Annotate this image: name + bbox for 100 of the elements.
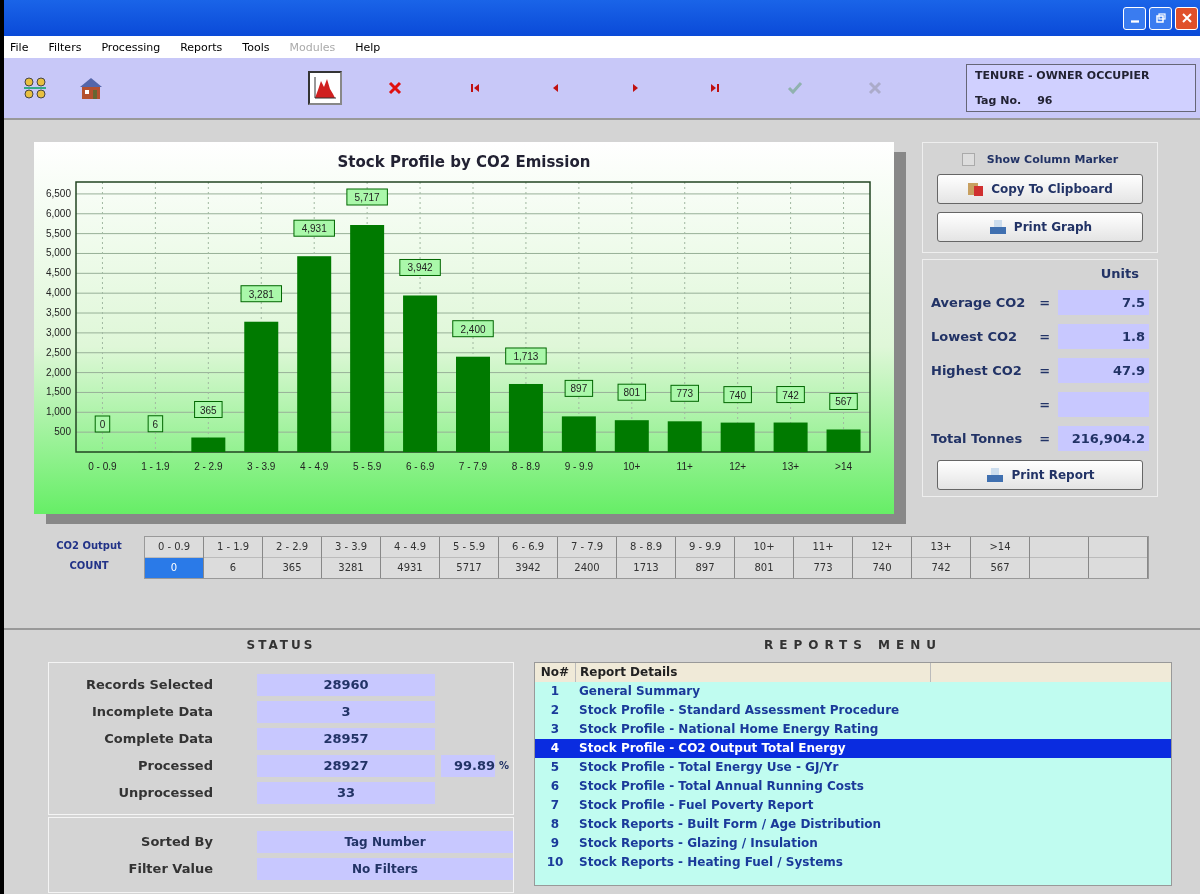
copy-button[interactable]: Copy To Clipboard xyxy=(937,174,1143,204)
status-label: Complete Data xyxy=(103,731,214,746)
menu-item[interactable]: Filters xyxy=(48,40,82,54)
clipboard-icon xyxy=(967,181,986,197)
range-cell: 10+ xyxy=(735,537,793,558)
chart-icon[interactable] xyxy=(308,71,342,105)
stat-value-field: 47.9 xyxy=(1058,358,1149,383)
count-cell[interactable]: 567 xyxy=(971,558,1029,578)
sort-value-field: No Filters xyxy=(257,857,513,880)
equals-sign: = xyxy=(1038,363,1052,378)
y-tick-label: 2,500 xyxy=(45,346,71,358)
report-row[interactable]: 4 Stock Profile - CO2 Output Total Energy xyxy=(535,739,1171,758)
sort-label: Filter Value xyxy=(127,861,214,876)
x-tick-label: 10+ xyxy=(623,461,641,472)
co2-output-label: CO2 Output xyxy=(55,539,123,553)
menu-item[interactable]: File xyxy=(10,40,29,54)
percent-sign: % xyxy=(499,760,510,771)
count-cell[interactable]: 740 xyxy=(853,558,911,578)
bar xyxy=(508,384,543,452)
y-tick-label: 2,000 xyxy=(45,366,71,378)
menu-item[interactable]: Tools xyxy=(242,40,270,54)
report-row[interactable]: 9 Stock Reports - Glazing / Insulation xyxy=(535,834,1171,853)
bar xyxy=(667,421,702,452)
minimize-button[interactable] xyxy=(1123,6,1146,30)
y-tick-label: 1,000 xyxy=(45,406,71,418)
range-cell: 13+ xyxy=(912,537,970,558)
value-label: 801 xyxy=(617,383,647,401)
report-row[interactable]: 5 Stock Profile - Total Energy Use - GJ/Yr xyxy=(535,758,1171,777)
bar xyxy=(561,416,596,452)
count-cell[interactable]: 897 xyxy=(676,558,734,578)
range-cell: 6 - 6.9 xyxy=(499,537,557,558)
tag-value: 96 xyxy=(1037,94,1053,107)
range-cell: 1 - 1.9 xyxy=(204,537,262,558)
stat-label: Lowest CO2 xyxy=(931,329,1019,344)
count-cell[interactable]: 2400 xyxy=(558,558,616,578)
status-value-field: 28960 xyxy=(257,673,435,696)
x-tick-label: 9 - 9.9 xyxy=(564,461,594,472)
report-row[interactable]: 7 Stock Profile - Fuel Poverty Report xyxy=(535,796,1171,815)
count-cell[interactable]: 0 xyxy=(145,558,203,578)
minimize-icon xyxy=(1130,19,1139,23)
y-tick-label: 500 xyxy=(54,426,71,438)
x-tick-label: 6 - 6.9 xyxy=(405,461,435,472)
stat-value-field: 216,904.2 xyxy=(1058,426,1149,451)
y-tick-label: 5,000 xyxy=(45,247,71,259)
count-cell[interactable]: 3281 xyxy=(322,558,380,578)
range-cell: 9 - 9.9 xyxy=(676,537,734,558)
tenure-label: TENURE - OWNER OCCUPIER xyxy=(975,69,1150,82)
range-cell: 11+ xyxy=(794,537,852,558)
units-heading: Units xyxy=(1099,266,1140,281)
value-label: 773 xyxy=(670,384,699,402)
value-label: 2,400 xyxy=(452,320,494,338)
x-tick-label: 2 - 2.9 xyxy=(194,461,223,472)
y-tick-label: 3,000 xyxy=(45,326,71,338)
y-tick-label: 6,500 xyxy=(45,187,71,199)
range-cell: 2 - 2.9 xyxy=(263,537,321,558)
print-graph-button[interactable]: Print Graph xyxy=(937,212,1143,242)
show-column-marker-checkbox[interactable]: Show Column Marker xyxy=(961,153,1119,166)
menu-item[interactable]: Processing xyxy=(101,40,161,54)
count-cell[interactable]: 742 xyxy=(912,558,970,578)
column-header: No# xyxy=(539,664,571,681)
menu-item[interactable]: Help xyxy=(355,40,381,54)
checkbox[interactable] xyxy=(961,153,975,166)
bar xyxy=(614,420,649,452)
range-cell: 3 - 3.9 xyxy=(322,537,380,558)
stat-label: Average CO2 xyxy=(931,295,1027,310)
count-cell[interactable]: 5717 xyxy=(440,558,498,578)
x-tick-label: 5 - 5.9 xyxy=(352,461,382,472)
y-tick-label: 1,500 xyxy=(45,386,71,398)
count-cell[interactable]: 4931 xyxy=(381,558,439,578)
report-row[interactable]: 8 Stock Reports - Built Form / Age Distribution xyxy=(535,815,1171,834)
stat-value-field: 7.5 xyxy=(1058,290,1149,315)
x-tick-label: 13+ xyxy=(782,461,800,472)
print-report-button[interactable]: Print Report xyxy=(937,460,1143,490)
equals-sign: = xyxy=(1038,431,1052,446)
status-label: Processed xyxy=(137,758,214,773)
restore-button[interactable] xyxy=(1149,6,1172,30)
report-row[interactable]: 1 General Summary xyxy=(535,682,1171,701)
count-cell[interactable]: 365 xyxy=(263,558,321,578)
report-row[interactable]: 6 Stock Profile - Total Annual Running Costs xyxy=(535,777,1171,796)
reports-heading: REPORTS MENU xyxy=(762,638,944,654)
count-cell[interactable]: 6 xyxy=(204,558,262,578)
range-cell: 8 - 8.9 xyxy=(617,537,675,558)
stat-label: Total Tonnes xyxy=(931,431,1024,446)
equals-sign: = xyxy=(1038,295,1052,310)
equals-sign: = xyxy=(1038,397,1052,412)
report-row[interactable]: 3 Stock Profile - National Home Energy Rating xyxy=(535,720,1171,739)
count-cell[interactable]: 801 xyxy=(735,558,793,578)
count-cell[interactable]: 3942 xyxy=(499,558,557,578)
report-row[interactable]: 2 Stock Profile - Standard Assessment Procedure xyxy=(535,701,1171,720)
x-tick-label: 12+ xyxy=(729,461,747,472)
report-row[interactable]: 10 Stock Reports - Heating Fuel / Systems xyxy=(535,853,1171,872)
close-icon xyxy=(1181,13,1192,23)
count-cell[interactable]: 1713 xyxy=(617,558,675,578)
equals-sign: = xyxy=(1038,329,1052,344)
stat-label: Highest CO2 xyxy=(931,363,1023,378)
menu-item[interactable]: Reports xyxy=(180,40,223,54)
count-cell[interactable]: 773 xyxy=(794,558,852,578)
status-heading: STATUS xyxy=(245,638,317,654)
x-tick-label: 3 - 3.9 xyxy=(247,461,276,472)
close-button[interactable] xyxy=(1175,6,1198,30)
